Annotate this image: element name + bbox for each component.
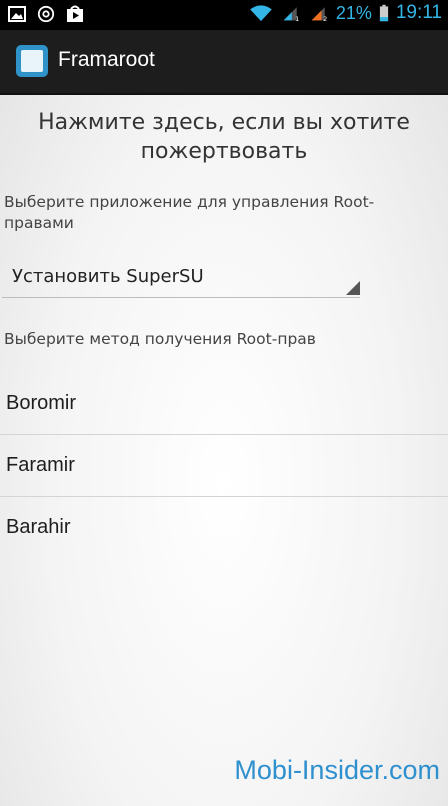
battery-percent: 21% bbox=[335, 2, 372, 23]
list-item-label: Faramir bbox=[6, 454, 75, 476]
status-bar: 1 2 21% 19:11 bbox=[0, 0, 448, 30]
at-icon bbox=[37, 5, 55, 23]
root-method-list: Boromir Faramir Barahir bbox=[0, 373, 448, 558]
list-item-barahir[interactable]: Barahir bbox=[0, 497, 448, 558]
signal-1-icon: 1 bbox=[283, 7, 299, 22]
battery-icon bbox=[379, 4, 388, 22]
root-method-label: Выберите метод получения Root-прав bbox=[4, 330, 316, 348]
qr-icon bbox=[21, 50, 43, 72]
spinner-arrow-icon bbox=[346, 281, 360, 295]
list-item-faramir[interactable]: Faramir bbox=[0, 435, 448, 497]
app-icon[interactable] bbox=[16, 45, 48, 77]
status-bar-left bbox=[8, 5, 84, 23]
watermark: Mobi-Insider.com bbox=[234, 755, 440, 785]
status-bar-right: 1 2 21% 19:11 bbox=[248, 2, 442, 24]
image-icon bbox=[8, 6, 26, 22]
svg-text:1: 1 bbox=[295, 15, 299, 22]
action-bar: Framaroot bbox=[0, 30, 448, 95]
svg-text:2: 2 bbox=[323, 15, 327, 22]
list-item-boromir[interactable]: Boromir bbox=[0, 373, 448, 435]
wifi-icon bbox=[250, 5, 272, 22]
app-title: Framaroot bbox=[58, 48, 155, 71]
donate-link[interactable]: Нажмите здесь, если вы хотите пожертвова… bbox=[0, 108, 448, 166]
superuser-app-spinner[interactable]: Установить SuperSU bbox=[2, 254, 360, 298]
list-item-label: Barahir bbox=[6, 516, 71, 538]
list-item-label: Boromir bbox=[6, 392, 77, 414]
clock: 19:11 bbox=[395, 2, 442, 23]
play-store-icon bbox=[67, 5, 83, 22]
superuser-app-label: Выберите приложение для управления Root-… bbox=[4, 193, 375, 232]
signal-2-icon: 2 bbox=[311, 7, 327, 22]
spinner-selected-value: Установить SuperSU bbox=[12, 266, 204, 287]
